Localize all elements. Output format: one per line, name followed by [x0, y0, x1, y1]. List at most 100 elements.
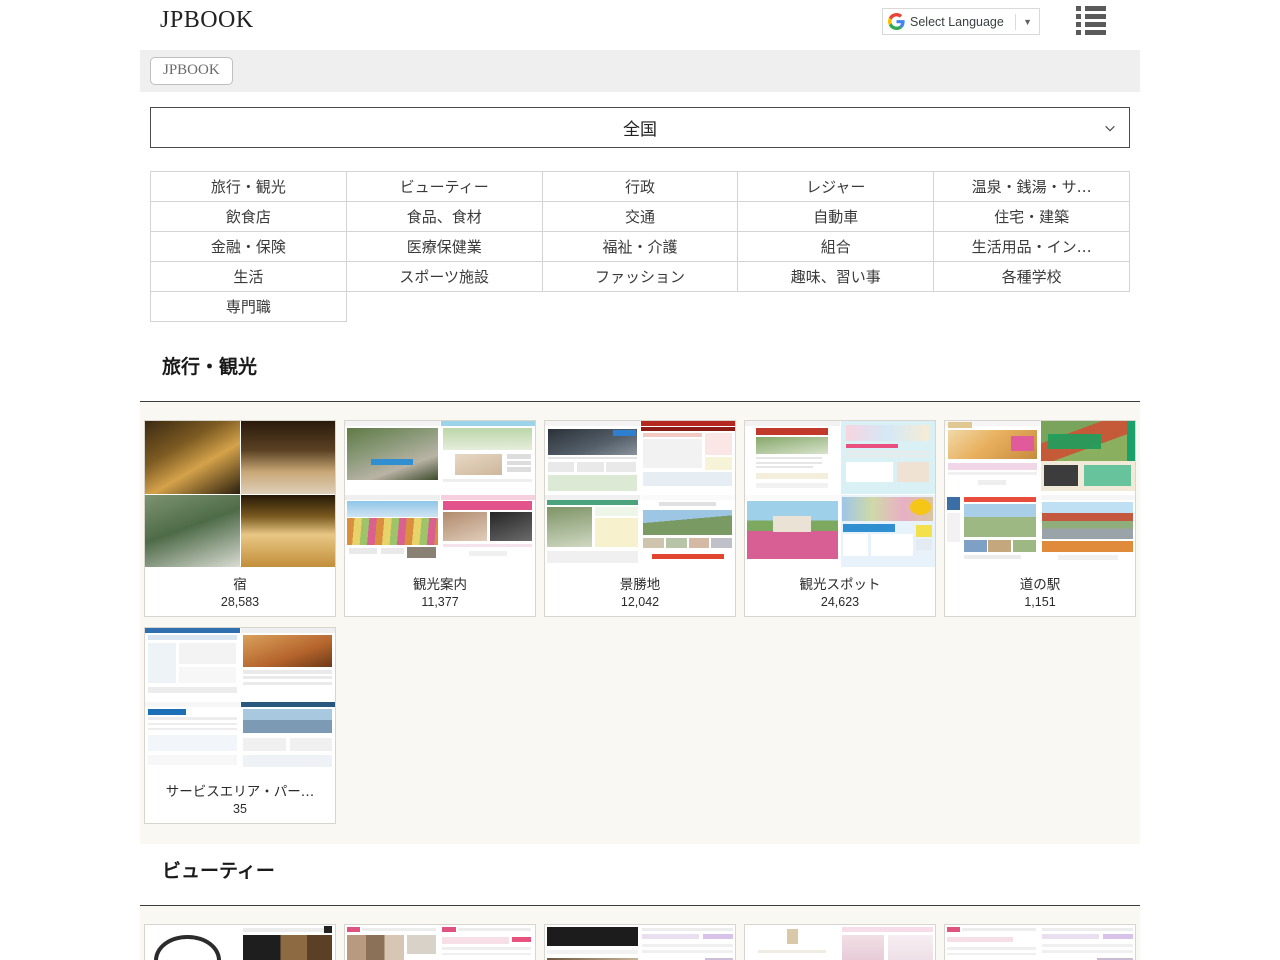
thumb-website — [945, 421, 1040, 494]
category-cell[interactable]: 飲食店 — [151, 202, 347, 232]
category-card-michi-no-eki[interactable]: 道の駅 1,151 — [944, 420, 1136, 617]
category-cell[interactable]: 医療保健業 — [346, 232, 542, 262]
site-brand[interactable]: JPBOOK — [160, 7, 254, 34]
card-count: 28,583 — [145, 593, 335, 616]
category-cell[interactable]: 温泉・銭湯・サ… — [934, 172, 1130, 202]
category-table: 旅行・観光 ビューティー 行政 レジャー 温泉・銭湯・サ… 飲食店 食品、食材 … — [150, 171, 1130, 322]
thumb-website — [945, 495, 1040, 568]
table-row: 金融・保険 医療保健業 福祉・介護 組合 生活用品・イン… — [151, 232, 1130, 262]
category-cell[interactable]: ビューティー — [346, 172, 542, 202]
thumb-website — [745, 925, 840, 960]
thumb-website — [345, 495, 440, 568]
card-label: 景勝地 — [545, 567, 735, 593]
category-cell[interactable]: 生活 — [151, 262, 347, 292]
category-cell[interactable]: レジャー — [738, 172, 934, 202]
category-cell[interactable]: 各種学校 — [934, 262, 1130, 292]
category-card-yado[interactable]: 宿 28,583 — [144, 420, 336, 617]
thumb-website — [545, 421, 640, 494]
region-select[interactable]: 全国 — [150, 107, 1130, 148]
thumb-website — [641, 495, 736, 568]
menu-icon-row — [1076, 6, 1106, 11]
google-translate-widget[interactable]: Select Language ▼ — [882, 8, 1040, 35]
category-cell[interactable]: 組合 — [738, 232, 934, 262]
list-menu-icon[interactable] — [1076, 6, 1106, 32]
breadcrumb: JPBOOK — [140, 50, 1140, 92]
cards-row: 宿 28,583 — [140, 420, 1140, 617]
card-label: サービスエリア・パー… — [145, 774, 335, 800]
thumb-website — [345, 925, 440, 960]
card-thumbnail — [745, 925, 935, 960]
card-thumbnail — [145, 421, 335, 567]
thumb-website — [345, 421, 440, 494]
category-card-beauty-5[interactable] — [944, 924, 1136, 960]
category-card-scenic[interactable]: 景勝地 12,042 — [544, 420, 736, 617]
thumb-photo — [241, 495, 336, 568]
cards-row: サービスエリア・パー… 35 — [140, 627, 1140, 824]
thumb-website — [241, 925, 336, 960]
thumb-website — [545, 925, 640, 960]
thumb-website — [641, 925, 736, 960]
thumb-website — [545, 495, 640, 568]
chevron-down-icon — [1103, 121, 1117, 135]
category-cell[interactable]: 趣味、習い事 — [738, 262, 934, 292]
thumb-website — [145, 702, 240, 775]
category-card-beauty-4[interactable] — [744, 924, 936, 960]
chevron-down-icon[interactable]: ▼ — [1021, 17, 1034, 27]
category-cell-empty — [934, 292, 1130, 322]
category-card-beauty-1[interactable] — [144, 924, 336, 960]
thumb-website — [841, 495, 936, 568]
category-cell[interactable]: 行政 — [542, 172, 738, 202]
thumb-website — [641, 421, 736, 494]
card-label: 宿 — [145, 567, 335, 593]
category-cell[interactable]: 交通 — [542, 202, 738, 232]
thumb-photo — [145, 495, 240, 568]
card-count: 12,042 — [545, 593, 735, 616]
category-cell[interactable]: 自動車 — [738, 202, 934, 232]
category-table-body: 旅行・観光 ビューティー 行政 レジャー 温泉・銭湯・サ… 飲食店 食品、食材 … — [151, 172, 1130, 322]
thumb-photo — [241, 421, 336, 494]
card-thumbnail — [945, 925, 1135, 960]
category-cell-empty — [542, 292, 738, 322]
category-card-sightseeing-spot[interactable]: 観光スポット 24,623 — [744, 420, 936, 617]
section-beauty: ビューティー — [140, 856, 1140, 960]
section-travel: 旅行・観光 宿 28,583 — [140, 352, 1140, 844]
category-cell[interactable]: 専門職 — [151, 292, 347, 322]
category-cell[interactable]: 生活用品・イン… — [934, 232, 1130, 262]
thumb-website — [145, 628, 240, 701]
site-header: JPBOOK Select Language ▼ — [0, 0, 1280, 44]
category-cell[interactable]: 福祉・介護 — [542, 232, 738, 262]
category-cell[interactable]: 住宅・建築 — [934, 202, 1130, 232]
card-thumbnail — [145, 925, 335, 960]
category-card-beauty-3[interactable] — [544, 924, 736, 960]
thumb-website — [945, 925, 1040, 960]
table-row: 旅行・観光 ビューティー 行政 レジャー 温泉・銭湯・サ… — [151, 172, 1130, 202]
card-label: 観光スポット — [745, 567, 935, 593]
category-card-beauty-2[interactable] — [344, 924, 536, 960]
table-row: 専門職 — [151, 292, 1130, 322]
category-card-service-area[interactable]: サービスエリア・パー… 35 — [144, 627, 336, 824]
page-root: JPBOOK Select Language ▼ JPBOOK 全国 — [0, 0, 1280, 960]
category-cell[interactable]: スポーツ施設 — [346, 262, 542, 292]
category-cell[interactable]: 金融・保険 — [151, 232, 347, 262]
google-logo-icon — [888, 13, 905, 30]
thumb-website — [841, 925, 936, 960]
category-cell[interactable]: 旅行・観光 — [151, 172, 347, 202]
category-cell-empty — [346, 292, 542, 322]
breadcrumb-item-jpbook[interactable]: JPBOOK — [150, 57, 233, 85]
table-row: 生活 スポーツ施設 ファッション 趣味、習い事 各種学校 — [151, 262, 1130, 292]
cards-row — [140, 924, 1140, 960]
thumb-website — [145, 925, 240, 960]
card-thumbnail — [145, 628, 335, 774]
table-row: 飲食店 食品、食材 交通 自動車 住宅・建築 — [151, 202, 1130, 232]
thumb-website — [441, 495, 536, 568]
category-card-tourist-info[interactable]: 観光案内 11,377 — [344, 420, 536, 617]
card-thumbnail — [945, 421, 1135, 567]
category-cell[interactable]: ファッション — [542, 262, 738, 292]
category-cell-empty — [738, 292, 934, 322]
section-cards-area — [140, 906, 1140, 960]
card-thumbnail — [345, 421, 535, 567]
card-thumbnail — [545, 421, 735, 567]
category-cell[interactable]: 食品、食材 — [346, 202, 542, 232]
thumb-photo — [145, 421, 240, 494]
section-title: ビューティー — [140, 856, 1140, 883]
